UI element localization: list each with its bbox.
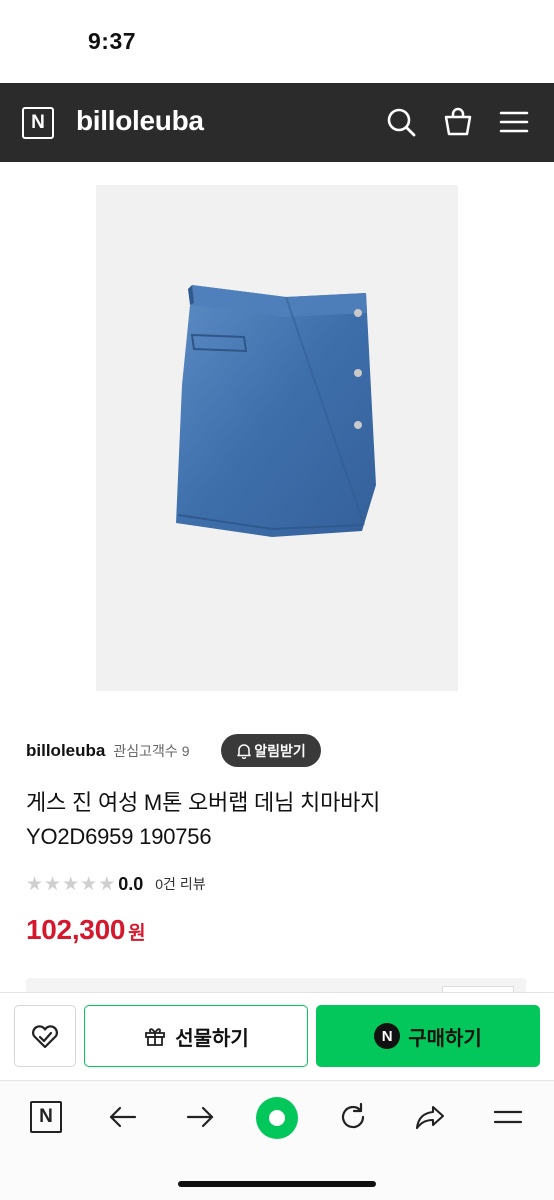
header-spacer — [0, 162, 554, 186]
price: 102,300 원 — [26, 914, 146, 946]
alert-button-label: 알림받기 — [254, 742, 306, 759]
search-icon[interactable] — [384, 105, 418, 139]
home-indicator[interactable] — [178, 1181, 376, 1187]
seller-name[interactable]: billoleuba — [26, 741, 105, 761]
gift-button[interactable]: 선물하기 — [84, 1005, 308, 1067]
bell-plus-icon — [237, 743, 251, 759]
rating-stars: ★ ★ ★ ★ ★ — [26, 875, 115, 894]
gift-button-label: 선물하기 — [175, 1027, 249, 1050]
price-amount: 102,300 — [26, 914, 126, 945]
cart-icon[interactable] — [441, 105, 475, 139]
seller-info: billoleuba 관심고객수 9 — [26, 736, 190, 766]
gift-icon — [145, 1028, 166, 1046]
rating-row[interactable]: ★ ★ ★ ★ ★ 0.0 0건 리뷰 — [26, 872, 206, 896]
product-title-line1: 게스 진 여성 M톤 오버랩 데님 치마바지 — [26, 790, 381, 815]
star-icon: ★ — [98, 873, 116, 895]
star-icon: ★ — [62, 873, 80, 895]
share-icon[interactable] — [413, 1100, 447, 1134]
store-name[interactable]: billoleuba — [76, 105, 204, 137]
star-icon: ★ — [26, 873, 44, 895]
store-header: N billoleuba — [0, 83, 554, 162]
heart-check-icon — [32, 1025, 58, 1049]
green-dot-icon[interactable] — [256, 1097, 298, 1139]
reload-icon[interactable] — [336, 1100, 370, 1134]
star-icon: ★ — [80, 873, 98, 895]
product-title-line2: YO2D6959 190756 — [26, 824, 212, 849]
menu-icon[interactable] — [497, 105, 531, 139]
forward-arrow-icon[interactable] — [183, 1100, 217, 1134]
product-image[interactable] — [96, 185, 458, 691]
naver-home-icon[interactable]: N — [30, 1101, 62, 1133]
status-time: 9:37 — [88, 28, 137, 54]
review-count[interactable]: 0건 리뷰 — [155, 874, 205, 894]
buy-button[interactable]: N 구매하기 — [316, 1005, 540, 1067]
naver-logo-button[interactable]: N — [22, 107, 54, 139]
fans-count: 9 — [181, 743, 190, 759]
product-title: 게스 진 여성 M톤 오버랩 데님 치마바지 YO2D6959 190756 — [26, 786, 526, 854]
subscribe-alert-button[interactable]: 알림받기 — [221, 734, 321, 767]
rating-value: 0.0 — [118, 873, 144, 894]
back-arrow-icon[interactable] — [106, 1100, 140, 1134]
naver-pay-badge-icon: N — [374, 1023, 401, 1049]
denim-skirt-image — [176, 285, 376, 537]
buy-button-label: 구매하기 — [408, 1027, 482, 1050]
status-bar: 9:37 — [0, 0, 554, 83]
star-icon: ★ — [44, 873, 62, 895]
wishlist-button[interactable] — [14, 1005, 76, 1067]
menu-icon[interactable] — [491, 1100, 525, 1134]
price-currency: 원 — [128, 923, 146, 944]
fans-label: 관심고객수 — [113, 743, 178, 759]
